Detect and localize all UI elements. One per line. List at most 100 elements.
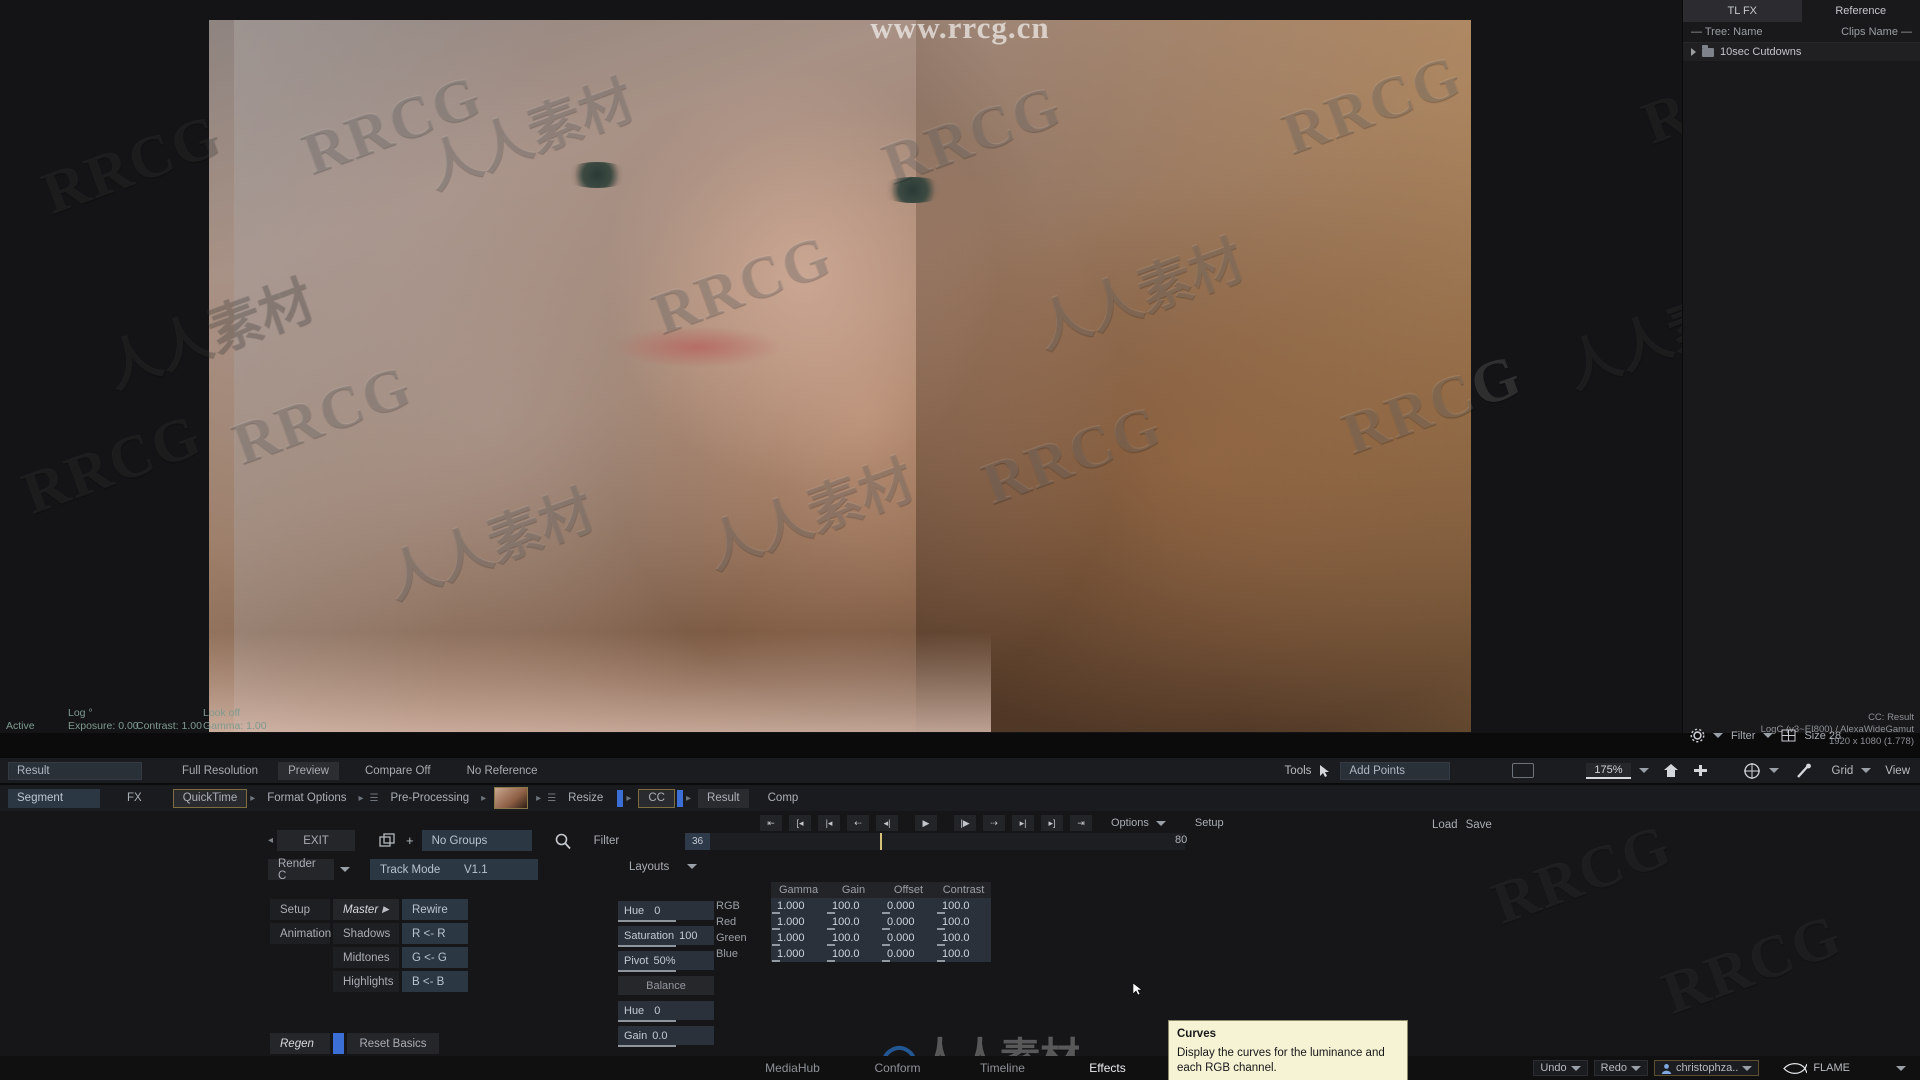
chevron-down-icon[interactable] (1763, 733, 1774, 738)
chevron-down-icon[interactable] (1570, 1065, 1581, 1071)
node-comp[interactable]: Comp (759, 789, 808, 808)
fit-icon[interactable] (1692, 763, 1709, 778)
step-forward-button[interactable]: ⇢ (983, 815, 1005, 831)
set-in-button[interactable]: [◂ (789, 815, 811, 831)
reference-button[interactable]: No Reference (457, 762, 548, 780)
zoom-level-field[interactable]: 175% (1586, 762, 1631, 779)
red-gamma-field[interactable]: 1.000 (771, 914, 826, 930)
tab-tl-fx[interactable]: TL FX (1683, 0, 1802, 22)
rgb-gain-field[interactable]: 100.0 (826, 898, 881, 914)
view-label[interactable]: View (1885, 765, 1910, 777)
tab-timeline[interactable]: Timeline (950, 1061, 1055, 1075)
setup-button[interactable]: Setup (270, 899, 330, 920)
compare-button[interactable]: Compare Off (355, 762, 441, 780)
grid-label[interactable]: Grid (1832, 765, 1854, 777)
load-button[interactable]: Load (1432, 819, 1458, 831)
undo-group[interactable]: Undo (1533, 1060, 1588, 1076)
grid-icon[interactable] (1781, 729, 1796, 742)
play-reverse-button[interactable]: ◂| (876, 815, 898, 831)
midtones-button[interactable]: Midtones (333, 947, 399, 968)
green-gamma-field[interactable]: 1.000 (771, 930, 826, 946)
preview-button[interactable]: Preview (278, 761, 339, 780)
filter-field[interactable]: Filter (584, 830, 630, 851)
node-quicktime[interactable]: QuickTime (172, 788, 248, 808)
set-out-button[interactable]: ▸] (1041, 815, 1063, 831)
add-group-icon[interactable]: + (406, 833, 414, 848)
step-back-button[interactable]: ⇠ (847, 815, 869, 831)
rewire-button[interactable]: Rewire (402, 899, 468, 920)
menu-icon[interactable]: ☰ (367, 793, 382, 804)
rgb-contrast-field[interactable]: 100.0 (936, 898, 991, 914)
chevron-down-icon[interactable] (1896, 1065, 1906, 1071)
exit-arrow-icon[interactable]: ◂ (268, 835, 273, 846)
chevron-down-icon[interactable] (1713, 733, 1723, 738)
saturation-slider[interactable]: Saturation 100 (618, 926, 714, 947)
list-item[interactable]: 10sec Cutdowns (1683, 42, 1920, 61)
blue-offset-field[interactable]: 0.000 (881, 946, 936, 962)
result-field[interactable]: Result (8, 761, 142, 780)
node-format-options[interactable]: Format Options (258, 789, 355, 808)
node-pre-processing[interactable]: Pre-Processing (382, 789, 479, 808)
chevron-right-icon[interactable] (1691, 48, 1696, 56)
rewire-b-button[interactable]: B <- B (402, 971, 468, 992)
groups-icon[interactable] (379, 832, 398, 849)
next-keyframe-button[interactable]: ▸| (1012, 815, 1034, 831)
rewire-r-button[interactable]: R <- R (402, 923, 468, 944)
exit-button[interactable]: EXIT (277, 830, 356, 851)
chevron-down-icon[interactable] (1861, 768, 1872, 773)
node-result[interactable]: Result (698, 788, 749, 808)
options-label[interactable]: Options (1111, 817, 1149, 829)
reset-basics-button[interactable]: Reset Basics (347, 1033, 439, 1054)
balance-button[interactable]: Balance (618, 976, 714, 995)
layouts-button[interactable]: Layouts (619, 856, 679, 877)
green-gain-field[interactable]: 100.0 (826, 930, 881, 946)
segment-button[interactable]: Segment (8, 788, 100, 808)
redo-group[interactable]: Redo (1593, 1060, 1648, 1076)
track-mode-button[interactable]: Track Mode (370, 859, 454, 880)
setup-label[interactable]: Setup (1195, 817, 1224, 829)
tab-conform[interactable]: Conform (845, 1061, 950, 1075)
menu-icon[interactable]: ☰ (544, 793, 559, 804)
play-button[interactable]: ▶ (915, 815, 937, 831)
chevron-down-icon[interactable] (1742, 1065, 1753, 1071)
tab-mediahub[interactable]: MediaHub (740, 1061, 845, 1075)
blue-contrast-field[interactable]: 100.0 (936, 946, 991, 962)
regen-toggle[interactable] (333, 1033, 344, 1054)
tab-effects[interactable]: Effects (1055, 1061, 1160, 1075)
pivot-slider[interactable]: Pivot 50% (618, 951, 714, 972)
home-icon[interactable] (1663, 763, 1680, 778)
frame-rectangle-icon[interactable] (1512, 763, 1535, 778)
regen-button[interactable]: Regen (270, 1033, 330, 1054)
end-frame-field[interactable]: 80 (1175, 834, 1187, 846)
chevron-down-icon[interactable] (687, 864, 698, 869)
master-button[interactable]: Master ▶ (333, 899, 399, 920)
rgb-gamma-field[interactable]: 1.000 (771, 898, 826, 914)
rewire-g-button[interactable]: G <- G (402, 947, 468, 968)
timeline-scrubber[interactable]: 36 (685, 833, 1185, 850)
hue2-slider[interactable]: Hue 0 (618, 1001, 714, 1022)
goto-end-button[interactable]: ⇥ (1070, 815, 1092, 831)
crosshair-icon[interactable] (1743, 762, 1761, 780)
save-button[interactable]: Save (1466, 819, 1492, 831)
chevron-down-icon[interactable] (1630, 1065, 1641, 1071)
shadows-button[interactable]: Shadows (333, 923, 399, 944)
red-offset-field[interactable]: 0.000 (881, 914, 936, 930)
add-points-field[interactable]: Add Points (1340, 761, 1451, 780)
undo-button[interactable]: Undo (1540, 1062, 1566, 1074)
eyedropper-icon[interactable] (1795, 763, 1812, 779)
gain-slider[interactable]: Gain 0.0 (618, 1026, 714, 1047)
red-contrast-field[interactable]: 100.0 (936, 914, 991, 930)
search-icon[interactable] (554, 832, 572, 850)
node-resize[interactable]: Resize (559, 789, 612, 808)
blue-gain-field[interactable]: 100.0 (826, 946, 881, 962)
gear-icon[interactable] (1690, 728, 1705, 743)
chevron-down-icon[interactable] (340, 867, 350, 872)
chevron-down-icon[interactable] (1155, 820, 1166, 826)
filter-label[interactable]: Filter (1731, 730, 1755, 742)
full-resolution-button[interactable]: Full Resolution (172, 762, 268, 780)
hue-slider[interactable]: Hue 0 (618, 901, 714, 922)
playhead[interactable] (880, 833, 882, 850)
rgb-offset-field[interactable]: 0.000 (881, 898, 936, 914)
image-preview[interactable] (209, 20, 1471, 732)
green-contrast-field[interactable]: 100.0 (936, 930, 991, 946)
